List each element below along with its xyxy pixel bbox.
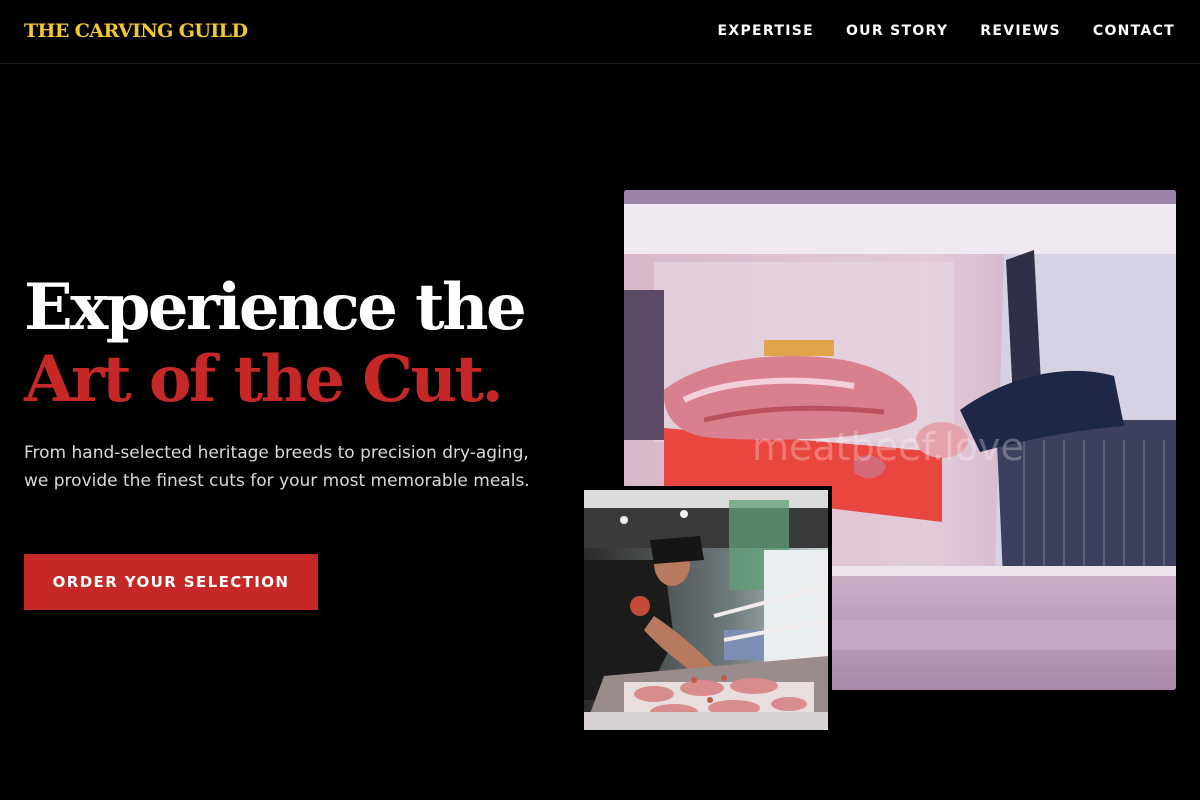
hero-title-line-1: Experience the — [24, 270, 527, 345]
nav-links: EXPERTISE OUR STORY REVIEWS CONTACT — [718, 23, 1175, 39]
nav-link-contact[interactable]: CONTACT — [1093, 23, 1175, 39]
order-selection-button[interactable]: ORDER YOUR SELECTION — [24, 554, 318, 610]
nav-link-expertise[interactable]: EXPERTISE — [718, 23, 814, 39]
nav-link-our-story[interactable]: OUR STORY — [846, 23, 948, 39]
nav-link-reviews[interactable]: REVIEWS — [980, 23, 1061, 39]
navbar: THE CARVING GUILD EXPERTISE OUR STORY RE… — [0, 0, 1200, 64]
hero-description: From hand-selected heritage breeds to pr… — [24, 443, 530, 491]
image-watermark: meatbeef.love — [752, 425, 1024, 469]
hero-title: Experience the Art of the Cut. — [24, 272, 584, 416]
hero-title-line-2: Art of the Cut. — [24, 342, 504, 417]
brand-logo[interactable]: THE CARVING GUILD — [24, 20, 248, 42]
butcher-display-photo — [580, 486, 832, 734]
